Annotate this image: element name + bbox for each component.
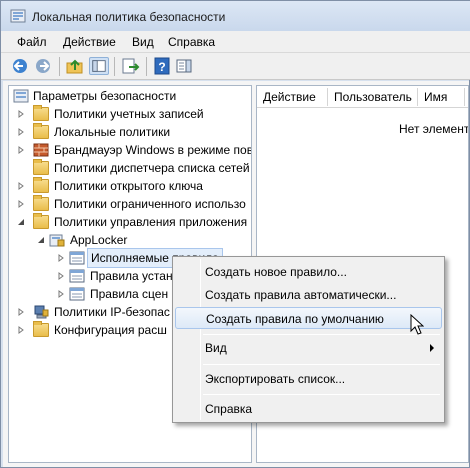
expand-icon[interactable] bbox=[17, 128, 25, 136]
menu-bar: Файл Действие Вид Справка bbox=[1, 31, 470, 53]
applocker-icon bbox=[49, 234, 65, 247]
menu-view[interactable]: Вид bbox=[132, 35, 154, 49]
context-menu: Создать новое правило... Создать правила… bbox=[172, 256, 445, 423]
title-bar[interactable]: Локальная политика безопасности bbox=[1, 1, 470, 31]
menu-export-list[interactable]: Экспортировать список... bbox=[175, 368, 442, 390]
column-separator[interactable] bbox=[327, 88, 328, 106]
toolbar-separator bbox=[114, 57, 115, 76]
column-separator[interactable] bbox=[417, 88, 418, 106]
menu-divider bbox=[203, 334, 440, 335]
menu-divider bbox=[203, 394, 440, 395]
expand-icon[interactable] bbox=[17, 200, 25, 208]
back-arrow-icon[interactable] bbox=[10, 57, 30, 75]
menu-view[interactable]: Вид bbox=[175, 337, 442, 359]
rules-icon bbox=[69, 287, 85, 301]
toolbar-separator bbox=[146, 57, 147, 76]
folder-lock-icon bbox=[33, 105, 49, 121]
mmc-window: Локальная политика безопасности Файл Дей… bbox=[0, 0, 470, 468]
ipsec-icon bbox=[34, 305, 49, 319]
toolbar-separator bbox=[59, 57, 60, 76]
folder-icon bbox=[33, 177, 49, 193]
forward-arrow-icon[interactable] bbox=[33, 57, 53, 75]
export-list-icon[interactable] bbox=[120, 57, 140, 75]
expand-icon[interactable] bbox=[17, 326, 25, 334]
menu-create-new-rule[interactable]: Создать новое правило... bbox=[175, 261, 442, 283]
up-folder-icon[interactable] bbox=[65, 57, 85, 75]
expand-icon[interactable] bbox=[17, 146, 25, 154]
menu-help[interactable]: Справка bbox=[175, 398, 442, 420]
expand-icon[interactable] bbox=[57, 254, 65, 262]
expand-icon[interactable] bbox=[57, 290, 65, 298]
menu-help[interactable]: Справка bbox=[168, 35, 215, 49]
rules-icon bbox=[69, 269, 85, 283]
help-icon[interactable]: ? bbox=[152, 57, 172, 75]
collapse-icon[interactable] bbox=[37, 236, 45, 244]
folder-icon bbox=[33, 195, 49, 211]
expand-icon[interactable] bbox=[17, 110, 25, 118]
expand-icon[interactable] bbox=[17, 308, 25, 316]
folder-icon bbox=[33, 321, 49, 337]
menu-action[interactable]: Действие bbox=[63, 35, 116, 49]
firewall-icon bbox=[33, 143, 49, 157]
folder-icon bbox=[33, 159, 49, 175]
menu-create-default-rules[interactable]: Создать правила по умолчанию bbox=[175, 307, 442, 329]
collapse-icon[interactable] bbox=[17, 218, 25, 226]
toolbar: ? bbox=[1, 53, 470, 80]
submenu-arrow-icon bbox=[430, 344, 434, 352]
svg-text:?: ? bbox=[158, 60, 165, 74]
menu-create-rules-auto[interactable]: Создать правила автоматически... bbox=[175, 284, 442, 306]
menu-file[interactable]: Файл bbox=[17, 35, 47, 49]
mouse-cursor-icon bbox=[410, 314, 424, 335]
empty-list-message: Нет элементо bbox=[399, 122, 469, 136]
window-title: Локальная политика безопасности bbox=[32, 10, 226, 24]
folder-lock-icon bbox=[33, 123, 49, 139]
column-user[interactable]: Пользователь bbox=[334, 90, 412, 104]
menu-divider bbox=[203, 364, 440, 365]
column-headers: Действие Пользователь Имя bbox=[257, 86, 468, 108]
security-policy-icon bbox=[10, 9, 26, 23]
security-settings-icon bbox=[13, 89, 29, 103]
rules-icon bbox=[69, 251, 85, 265]
expand-icon[interactable] bbox=[17, 182, 25, 190]
column-name[interactable]: Имя bbox=[424, 90, 447, 104]
column-separator[interactable] bbox=[464, 88, 465, 106]
show-hide-tree-icon[interactable] bbox=[89, 57, 109, 75]
column-action[interactable]: Действие bbox=[263, 90, 316, 104]
properties-pane-icon[interactable] bbox=[174, 57, 194, 75]
folder-icon bbox=[33, 213, 49, 229]
expand-icon[interactable] bbox=[57, 272, 65, 280]
